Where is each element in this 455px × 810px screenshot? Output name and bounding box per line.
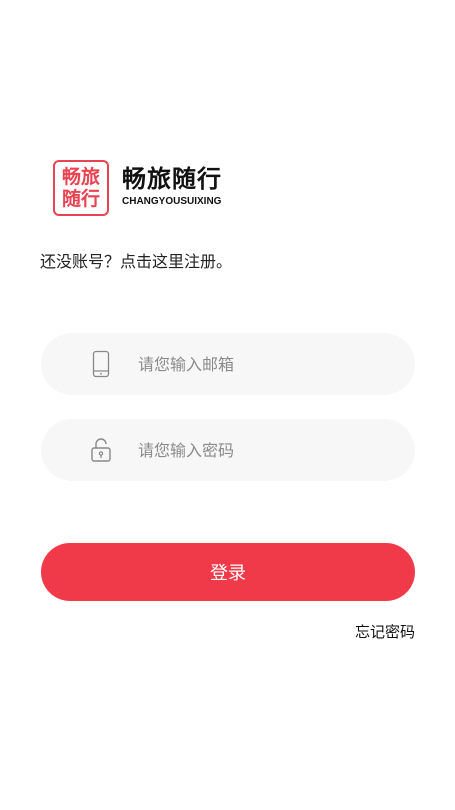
phone-icon: [89, 349, 113, 379]
password-input[interactable]: [136, 439, 390, 461]
lock-icon: [89, 435, 113, 465]
forgot-password-link[interactable]: 忘记密码: [355, 621, 415, 642]
app-logo: 畅旅 随行: [53, 160, 109, 216]
logo-text-line2: 随行: [61, 188, 100, 210]
brand-title: 畅旅随行 CHANGYOUSUIXING: [122, 165, 222, 209]
logo-text-line1: 畅旅: [61, 166, 100, 188]
password-field[interactable]: [41, 419, 415, 481]
brand-name-pinyin: CHANGYOUSUIXING: [122, 196, 222, 207]
brand-name-chinese: 畅旅随行: [122, 165, 222, 193]
email-field[interactable]: [41, 333, 415, 395]
register-link[interactable]: 还没账号？点击这里注册。: [40, 248, 232, 272]
login-button[interactable]: 登录: [41, 543, 415, 601]
email-input[interactable]: [136, 353, 390, 375]
